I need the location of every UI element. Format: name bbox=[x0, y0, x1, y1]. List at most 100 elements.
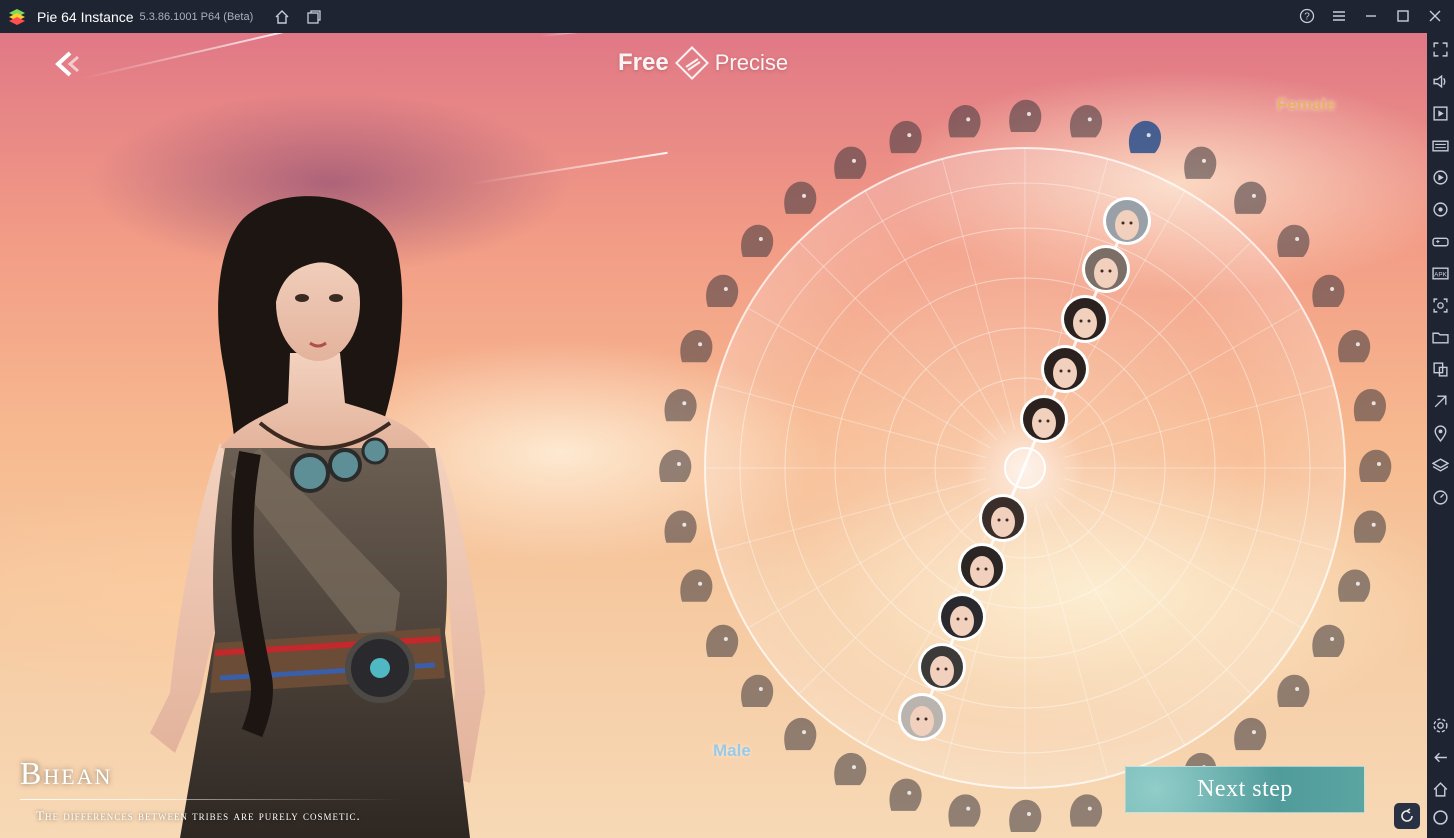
face-option[interactable] bbox=[938, 593, 986, 641]
home-icon[interactable] bbox=[271, 6, 293, 28]
face-option[interactable] bbox=[1041, 345, 1089, 393]
settings-icon[interactable] bbox=[1432, 717, 1449, 734]
help-icon[interactable]: ? bbox=[1296, 5, 1318, 27]
silhouette-head-icon bbox=[1184, 146, 1217, 179]
female-label: Female bbox=[1277, 95, 1336, 114]
sky-streak bbox=[79, 33, 305, 80]
mode-precise-label[interactable]: Precise bbox=[715, 50, 788, 76]
face-eye bbox=[1100, 269, 1104, 273]
silhouette-head-icon bbox=[706, 624, 739, 657]
title-bar: Pie 64 Instance 5.3.86.1001 P64 (Beta) ? bbox=[0, 0, 1454, 33]
eco-mode-icon[interactable] bbox=[1432, 393, 1449, 410]
close-icon[interactable] bbox=[1424, 5, 1446, 27]
menu-icon[interactable] bbox=[1328, 5, 1350, 27]
face-option[interactable] bbox=[918, 643, 966, 691]
home-icon[interactable] bbox=[1432, 781, 1449, 798]
face-eye bbox=[1079, 319, 1083, 323]
apk-icon[interactable]: APK bbox=[1432, 265, 1449, 282]
face-skin bbox=[991, 507, 1015, 537]
face-skin bbox=[970, 556, 994, 586]
minimize-icon[interactable] bbox=[1360, 5, 1382, 27]
face-skin bbox=[1032, 408, 1056, 438]
silhouette-head-icon bbox=[834, 146, 867, 179]
face-option[interactable] bbox=[979, 494, 1027, 542]
face-eye bbox=[1038, 419, 1042, 423]
silhouette-head-icon bbox=[889, 778, 922, 811]
silhouette-head-icon bbox=[1009, 99, 1042, 132]
silhouette-head-icon bbox=[1353, 388, 1386, 422]
race-description: The differences between tribes are purel… bbox=[36, 808, 361, 823]
back-icon[interactable] bbox=[1432, 749, 1449, 766]
face-eye bbox=[1108, 269, 1112, 273]
gamepad-icon[interactable] bbox=[1432, 233, 1449, 250]
face-eye bbox=[976, 567, 980, 571]
mode-toggle[interactable]: Free Precise bbox=[618, 43, 788, 83]
location-icon[interactable] bbox=[1432, 425, 1449, 442]
silhouette-head-icon bbox=[680, 569, 713, 602]
sky-streak bbox=[539, 33, 610, 37]
layers-icon[interactable] bbox=[1432, 457, 1449, 474]
silhouette-head-icon bbox=[741, 674, 774, 707]
silhouette-head-icon bbox=[784, 181, 817, 214]
silhouette-head-icon bbox=[1312, 274, 1345, 307]
media-icon[interactable] bbox=[1432, 105, 1449, 122]
folder-icon[interactable] bbox=[1432, 329, 1449, 346]
silhouette-head-icon bbox=[948, 105, 981, 138]
face-selection-wheel[interactable] bbox=[650, 83, 1400, 838]
app-version: 5.3.86.1001 P64 (Beta) bbox=[139, 10, 254, 23]
silhouette-head-icon bbox=[664, 388, 697, 422]
game-viewport[interactable]: Free Precise Bhean The differences betwe… bbox=[0, 33, 1427, 838]
face-eye bbox=[1005, 518, 1009, 522]
sync-button[interactable] bbox=[1394, 803, 1420, 829]
male-label: Male bbox=[713, 741, 751, 760]
maximize-icon[interactable] bbox=[1392, 5, 1414, 27]
next-step-button[interactable]: Next step bbox=[1125, 766, 1365, 813]
silhouette-head-icon bbox=[784, 717, 817, 751]
rotate-icon[interactable] bbox=[1432, 201, 1449, 218]
record-icon[interactable] bbox=[1432, 169, 1449, 186]
character-model[interactable] bbox=[140, 173, 500, 838]
face-eye bbox=[964, 617, 968, 621]
face-skin bbox=[910, 706, 934, 736]
volume-icon[interactable] bbox=[1432, 73, 1449, 90]
silhouette-head-icon bbox=[1277, 224, 1310, 258]
silhouette-head-icon bbox=[1128, 120, 1162, 154]
face-eye bbox=[1129, 221, 1133, 225]
mode-switch-icon[interactable] bbox=[674, 46, 709, 80]
face-option[interactable] bbox=[1061, 295, 1109, 343]
keyboard-icon[interactable] bbox=[1432, 137, 1449, 154]
silhouette-head-icon bbox=[1277, 674, 1310, 707]
multi-instance-icon[interactable] bbox=[303, 6, 325, 28]
silhouette-head-icon bbox=[834, 752, 867, 786]
mode-free-label[interactable]: Free bbox=[618, 49, 669, 77]
face-skin bbox=[950, 606, 974, 636]
face-option[interactable] bbox=[1103, 197, 1151, 245]
face-option-selected[interactable] bbox=[1020, 395, 1068, 443]
multi-window-icon[interactable] bbox=[1432, 361, 1449, 378]
silhouette-head-icon bbox=[1234, 717, 1267, 751]
face-option[interactable] bbox=[958, 543, 1006, 591]
face-eye bbox=[936, 667, 940, 671]
race-name: Bhean bbox=[20, 755, 113, 791]
fullscreen-icon[interactable] bbox=[1432, 41, 1449, 58]
silhouette-head-icon bbox=[741, 224, 774, 258]
face-eye bbox=[1046, 419, 1050, 423]
silhouette-head-icon bbox=[1069, 794, 1103, 827]
face-eye bbox=[916, 717, 920, 721]
emulator-sidebar: APK bbox=[1427, 33, 1454, 838]
silhouette-head-icon bbox=[1359, 449, 1392, 482]
silhouette-head-icon bbox=[706, 274, 739, 307]
screenshot-icon[interactable] bbox=[1432, 297, 1449, 314]
speed-icon[interactable] bbox=[1432, 489, 1449, 506]
silhouette-head-icon bbox=[1353, 510, 1386, 543]
recent-apps-icon[interactable] bbox=[1432, 809, 1449, 826]
face-option[interactable] bbox=[1082, 245, 1130, 293]
svg-text:APK: APK bbox=[1434, 272, 1447, 279]
app-title: Pie 64 Instance bbox=[37, 8, 134, 25]
face-option[interactable] bbox=[898, 693, 946, 741]
face-eye bbox=[1121, 221, 1125, 225]
silhouette-head-icon bbox=[664, 510, 697, 543]
face-eye bbox=[956, 617, 960, 621]
back-button[interactable] bbox=[48, 47, 88, 81]
face-eye bbox=[1059, 369, 1063, 373]
